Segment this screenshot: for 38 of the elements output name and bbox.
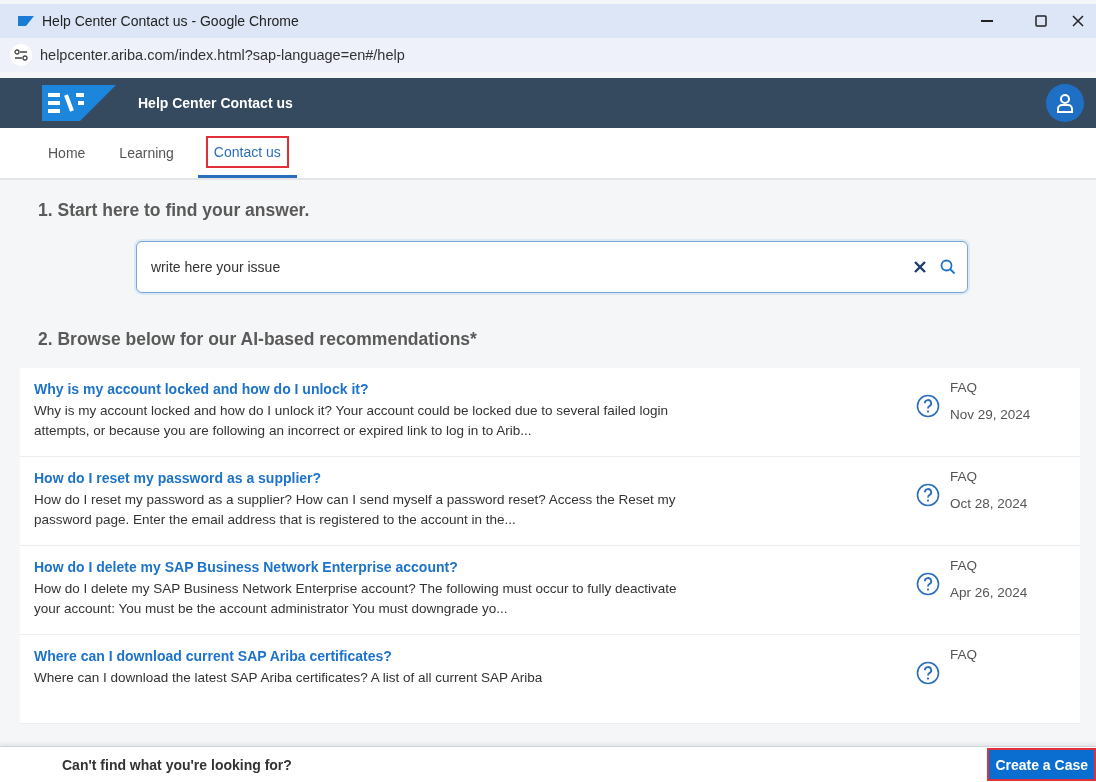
result-type: FAQ bbox=[950, 380, 978, 395]
result-title-link[interactable]: How do I reset my password as a supplier? bbox=[34, 470, 322, 486]
result-title-link[interactable]: How do I delete my SAP Business Network Enterprise account? bbox=[34, 559, 458, 575]
result-title-link[interactable]: Where can I download current SAP Ariba certificates? bbox=[34, 648, 392, 664]
footer-prompt: Can't find what you're looking for? bbox=[62, 756, 292, 773]
page-title: Help Center Contact us bbox=[138, 95, 294, 111]
help-icon bbox=[916, 394, 940, 418]
result-date: Oct 28, 2024 bbox=[950, 496, 1028, 511]
user-avatar-icon[interactable] bbox=[1046, 84, 1084, 122]
result-summary: How do I reset my password as a supplier? How can I send myself a password reset? Access the Reset my password page. Enter the email address that is registered to the account in the... bbox=[34, 491, 677, 529]
result-title-link[interactable]: Why is my account locked and how do I unlock it? bbox=[34, 381, 369, 397]
maximize-icon bbox=[1035, 15, 1047, 27]
nav-tab[interactable]: Home bbox=[38, 128, 96, 178]
result-type: FAQ bbox=[950, 558, 978, 573]
nav-tab[interactable]: Contact us bbox=[197, 128, 297, 178]
close-icon bbox=[1072, 15, 1084, 27]
result-summary: Why is my account locked and how do I unlock it? Your account could be locked due to several failed login attempts, or because you are following an incorrect or expired link to log in to Arib... bbox=[34, 402, 670, 440]
help-icon bbox=[916, 661, 940, 685]
section-heading: 1. Start here to find your answer. bbox=[37, 199, 311, 221]
site-settings-icon[interactable] bbox=[10, 44, 32, 66]
search-field[interactable]: write here your issue bbox=[136, 241, 968, 293]
window-title: Help Center Contact us - Google Chrome bbox=[42, 13, 300, 29]
result-type: FAQ bbox=[950, 647, 977, 662]
section-heading: 2. Browse below for our AI-based recommendations* bbox=[37, 328, 478, 350]
help-icon bbox=[916, 572, 940, 596]
nav-tab[interactable]: Learning bbox=[109, 128, 184, 178]
create-case-button[interactable]: Create a Case bbox=[987, 748, 1096, 781]
result-date: Nov 29, 2024 bbox=[950, 407, 1031, 422]
result-date: Apr 26, 2024 bbox=[950, 585, 1028, 600]
search-icon[interactable] bbox=[940, 259, 956, 275]
result-summary: How do I delete my SAP Business Network Enterprise account? The following must occur to fully deactivate your account: You must be the account administrator You must downgrade yo... bbox=[34, 580, 678, 618]
url-text[interactable]: helpcenter.ariba.com/index.html?sap-language=en#/help bbox=[40, 47, 405, 63]
result-summary: Where can I download the latest SAP Ariba certificates? A list of all current SAP Ariba bbox=[34, 669, 544, 687]
app-logo-icon bbox=[18, 16, 34, 26]
minimize-icon bbox=[981, 20, 993, 22]
clear-icon[interactable] bbox=[914, 261, 926, 273]
result-type: FAQ bbox=[950, 469, 978, 484]
help-icon bbox=[916, 483, 940, 507]
